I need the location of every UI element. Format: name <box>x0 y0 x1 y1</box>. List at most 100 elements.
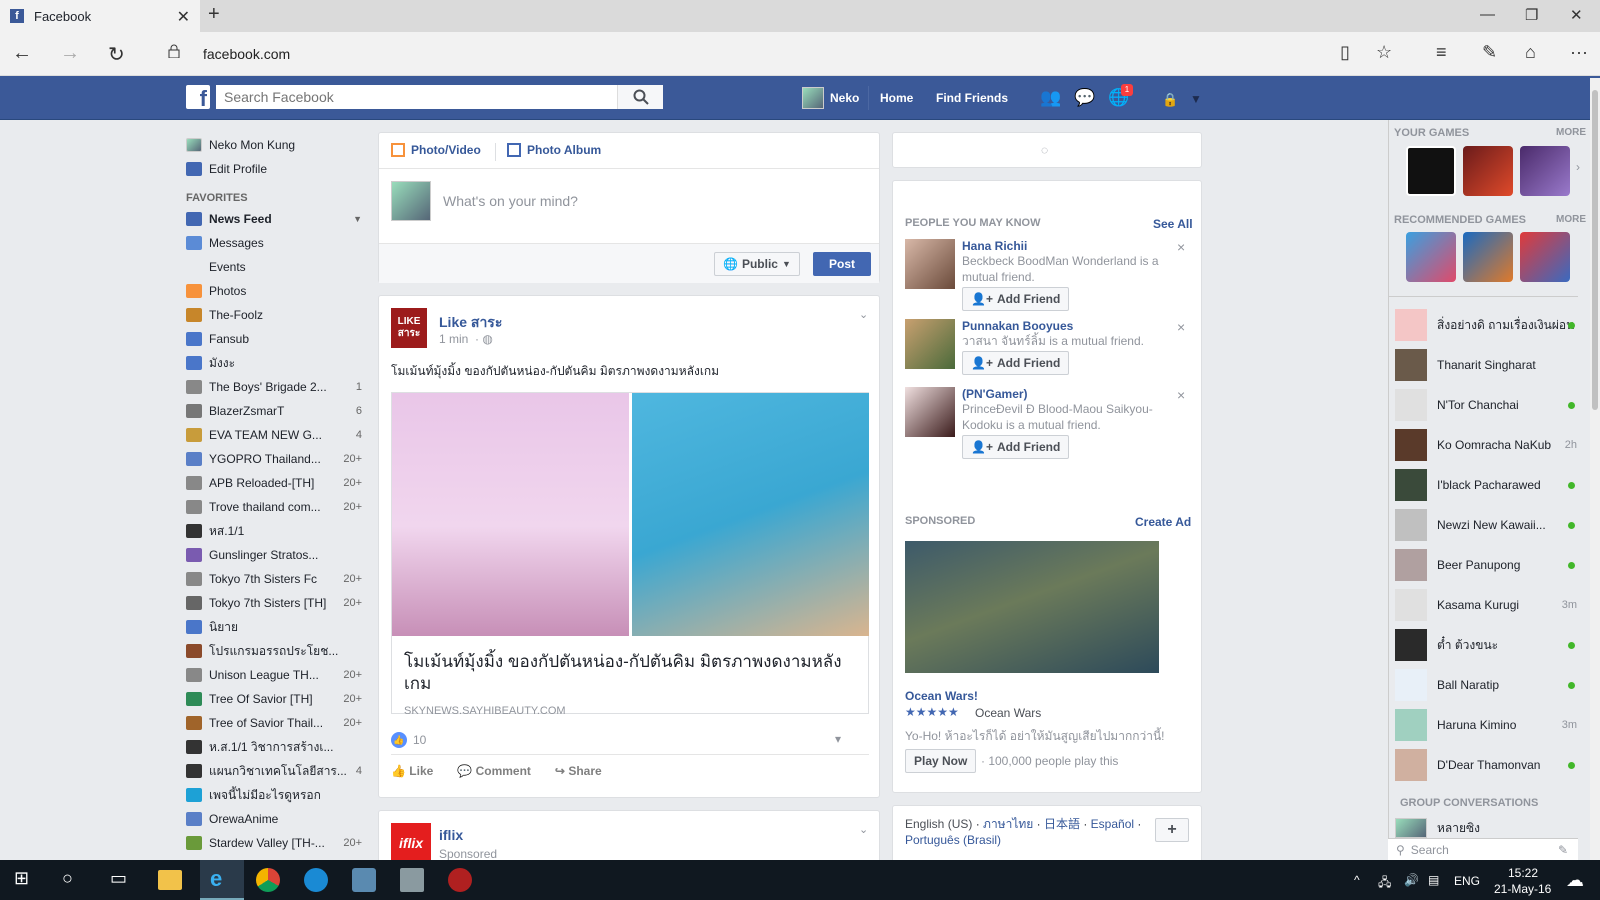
sidebar-item[interactable]: โปรแกรมอรรถประโยช... <box>186 639 362 663</box>
post-options-icon[interactable]: ⌄ <box>859 308 868 321</box>
group-conversation-item[interactable]: หลายซิง <box>1395 818 1583 838</box>
friend-requests-icon[interactable]: 👥 <box>1040 88 1061 108</box>
contact-item[interactable]: Ko Oomracha NaKub 2h <box>1395 429 1583 461</box>
edit-profile-link[interactable]: Edit Profile <box>186 157 362 181</box>
pymk-name[interactable]: Hana Richii <box>962 239 1162 253</box>
sidebar-item[interactable]: EVA TEAM NEW G... 4 <box>186 423 362 447</box>
ad-image[interactable] <box>905 541 1159 673</box>
hub-icon[interactable]: ≡ <box>1436 42 1447 63</box>
status-input[interactable]: What's on your mind? <box>443 193 578 209</box>
user-avatar[interactable] <box>802 87 824 109</box>
app-icon[interactable] <box>448 868 472 892</box>
contact-item[interactable]: N'Tor Chanchai <box>1395 389 1583 421</box>
contact-item[interactable]: Ball Naratip <box>1395 669 1583 701</box>
link-preview[interactable]: โมเม้นท์มุ้งมิ้ง ของกัปตันหน่อง-กัปตันคิ… <box>391 392 869 717</box>
add-friend-button[interactable]: 👤+ Add Friend <box>962 435 1070 459</box>
ad-title-link[interactable]: Ocean Wars! <box>905 689 978 703</box>
add-friend-button[interactable]: 👤+ Add Friend <box>962 351 1070 375</box>
search-input[interactable] <box>216 85 618 109</box>
sidebar-item[interactable]: Gunslinger Stratos... <box>186 543 362 567</box>
find-friends-link[interactable]: Find Friends <box>936 91 1008 105</box>
sidebar-item[interactable]: OrewaAnime <box>186 807 362 831</box>
sidebar-item[interactable]: The Boys' Brigade 2... 1 <box>186 375 362 399</box>
pymk-avatar[interactable] <box>905 319 955 369</box>
refresh-icon[interactable]: ↻ <box>108 42 125 67</box>
your-games-more-link[interactable]: MORE <box>1556 127 1586 138</box>
chevron-right-icon[interactable]: › <box>1576 160 1580 174</box>
contact-item[interactable]: D'Dear Thamonvan <box>1395 749 1583 781</box>
account-menu-arrow-icon[interactable]: ▼ <box>1190 92 1202 106</box>
contact-item[interactable]: I'black Pacharawed <box>1395 469 1583 501</box>
sidebar-item[interactable]: ห.ส.1/1 วิชาการสร้างเ... <box>186 735 362 759</box>
post-time[interactable]: 1 min <box>439 332 468 346</box>
close-window-icon[interactable]: ✕ <box>1570 6 1583 24</box>
pymk-name[interactable]: Punnakan Booyues <box>962 319 1162 333</box>
home-link[interactable]: Home <box>880 91 913 105</box>
photo-video-tab[interactable]: Photo/Video <box>391 143 481 157</box>
privacy-shortcuts-icon[interactable]: 🔒 <box>1162 92 1178 108</box>
back-icon[interactable]: ← <box>12 42 32 65</box>
game-thumbnail[interactable] <box>1520 146 1570 196</box>
iflix-logo[interactable]: iflix <box>391 823 431 863</box>
recommended-more-link[interactable]: MORE <box>1556 214 1586 225</box>
sidebar-item[interactable]: เพจนี้ไม่มีอะไรดูหรอก <box>186 783 362 807</box>
post2-options-icon[interactable]: ⌄ <box>859 823 868 836</box>
share-browser-icon[interactable]: ⌂ <box>1525 42 1536 63</box>
play-now-button[interactable]: Play Now <box>905 749 977 773</box>
add-friend-button[interactable]: 👤+ Add Friend <box>962 287 1070 311</box>
chat-search-input[interactable]: Search <box>1411 843 1449 857</box>
page-scrollbar[interactable] <box>1590 78 1600 860</box>
sidebar-item[interactable]: News Feed ▼ <box>186 207 362 231</box>
contact-item[interactable]: Newzi New Kawaii... <box>1395 509 1583 541</box>
reaction-selector-icon[interactable]: ▾ <box>835 732 841 746</box>
clock-time[interactable]: 15:22 <box>1508 866 1538 880</box>
sidebar-item[interactable]: Events <box>186 255 362 279</box>
contact-item[interactable]: Thanarit Singharat <box>1395 349 1583 381</box>
sidebar-item[interactable]: BlazerZsmarT 6 <box>186 399 362 423</box>
create-ad-link[interactable]: Create Ad <box>1135 515 1191 529</box>
game-thumbnail[interactable] <box>1406 232 1456 282</box>
dismiss-icon[interactable]: × <box>1177 239 1185 255</box>
cortana-icon[interactable]: ○ <box>62 868 86 892</box>
network-icon[interactable]: 🖧 <box>1378 873 1391 894</box>
like-count[interactable]: 👍 10 <box>391 732 426 748</box>
chat-search-bar[interactable]: ⚲ Search ✎ <box>1388 838 1578 860</box>
reading-view-icon[interactable]: ▯ <box>1340 42 1350 63</box>
sidebar-item[interactable]: Trove thailand com... 20+ <box>186 495 362 519</box>
contact-item[interactable]: สิ่งอย่างดิ ถามเรื่องเงินผ่อน <box>1395 309 1583 341</box>
sidebar-item[interactable]: หส.1/1 <box>186 519 362 543</box>
favorite-star-icon[interactable]: ☆ <box>1376 42 1392 63</box>
sidebar-item[interactable]: Tree Of Savior [TH] 20+ <box>186 687 362 711</box>
minimize-icon[interactable]: — <box>1480 6 1495 23</box>
comment-button[interactable]: 💬 Comment <box>457 764 531 778</box>
url-field[interactable]: facebook.com <box>203 46 290 62</box>
sidebar-item[interactable]: YGOPRO Thailand... 20+ <box>186 447 362 471</box>
sidebar-item[interactable]: Tokyo 7th Sisters [TH] 20+ <box>186 591 362 615</box>
messenger-app-icon[interactable] <box>304 868 328 892</box>
windows-start-icon[interactable]: ⊞ <box>14 868 38 892</box>
chrome-icon[interactable] <box>256 868 280 892</box>
action-center-icon[interactable]: ▤ <box>1428 873 1439 887</box>
lang-thai-link[interactable]: ภาษาไทย <box>983 817 1033 831</box>
sidebar-item[interactable]: Tree of Savior Thail... 20+ <box>186 711 362 735</box>
app-icon[interactable] <box>352 868 376 892</box>
sidebar-item[interactable]: Fansub <box>186 327 362 351</box>
maximize-icon[interactable]: ❐ <box>1525 6 1538 24</box>
search-button[interactable] <box>617 85 663 109</box>
sidebar-item[interactable]: มังงะ <box>186 351 362 375</box>
sidebar-item[interactable]: APB Reloaded-[TH] 20+ <box>186 471 362 495</box>
pymk-name[interactable]: (PN'Gamer) <box>962 387 1162 401</box>
lang-portuguese-link[interactable]: Português (Brasil) <box>905 833 1001 847</box>
messages-icon[interactable]: 💬 <box>1074 88 1095 108</box>
game-thumbnail[interactable] <box>1463 146 1513 196</box>
iflix-page-link[interactable]: iflix <box>439 827 463 843</box>
sidebar-item[interactable]: แผนกวิชาเทคโนโลยีสาร... 4 <box>186 759 362 783</box>
onedrive-icon[interactable]: ☁ <box>1566 870 1584 891</box>
contact-item[interactable]: ต๋ำ ต้วงขนะ <box>1395 629 1583 661</box>
sidebar-item[interactable]: นิยาย <box>186 615 362 639</box>
volume-icon[interactable]: 🔊 <box>1404 873 1419 887</box>
web-note-icon[interactable]: ✎ <box>1482 42 1497 63</box>
input-language[interactable]: ENG <box>1454 874 1480 888</box>
dismiss-icon[interactable]: × <box>1177 319 1185 335</box>
sidebar-item[interactable]: The-Foolz <box>186 303 362 327</box>
